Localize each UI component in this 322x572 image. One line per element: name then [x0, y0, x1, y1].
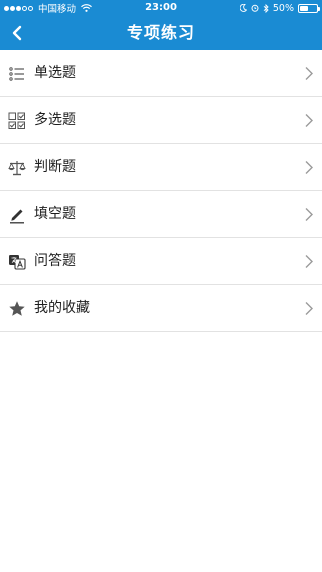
battery-percent: 50%: [272, 2, 294, 14]
menu-item-single-choice[interactable]: 单选题: [0, 50, 322, 97]
star-icon: [8, 300, 26, 318]
status-bar-right: 50%: [239, 0, 320, 16]
battery-fill: [300, 5, 308, 11]
pencil-icon: [8, 206, 26, 224]
navigation-bar: 专项练习: [0, 16, 322, 50]
chevron-left-icon: [12, 25, 22, 41]
chevron-right-icon: [305, 161, 313, 174]
chevron-right-icon: [305, 114, 313, 127]
alarm-clock-icon: [251, 4, 259, 12]
practice-category-list: 单选题 多选题 判断题 填空题 问答题 我的收藏: [0, 50, 322, 332]
menu-item-my-favorites[interactable]: 我的收藏: [0, 285, 322, 332]
menu-item-label: 多选题: [34, 112, 76, 128]
scale-icon: [8, 159, 26, 177]
status-bar: 中国移动 23:00 50%: [0, 0, 322, 16]
chevron-right-icon: [305, 208, 313, 221]
bluetooth-icon: [263, 3, 269, 13]
chevron-right-icon: [305, 302, 313, 315]
menu-item-label: 问答题: [34, 253, 76, 269]
menu-item-label: 填空题: [34, 206, 76, 222]
menu-item-true-false[interactable]: 判断题: [0, 144, 322, 191]
page-title: 专项练习: [126, 23, 195, 42]
multiple-choice-checkbox-icon: [8, 112, 26, 130]
menu-item-fill-blank[interactable]: 填空题: [0, 191, 322, 238]
menu-item-question-answer[interactable]: 问答题: [0, 238, 322, 285]
menu-item-label: 我的收藏: [34, 300, 90, 316]
battery-icon: [298, 3, 320, 13]
menu-item-multiple-choice[interactable]: 多选题: [0, 97, 322, 144]
back-button[interactable]: [4, 20, 30, 46]
single-choice-list-icon: [8, 65, 26, 83]
menu-item-label: 判断题: [34, 159, 76, 175]
chevron-right-icon: [305, 255, 313, 268]
translate-qa-icon: [8, 253, 26, 271]
moon-icon: [239, 4, 247, 12]
menu-item-label: 单选题: [34, 65, 76, 81]
chevron-right-icon: [305, 67, 313, 80]
